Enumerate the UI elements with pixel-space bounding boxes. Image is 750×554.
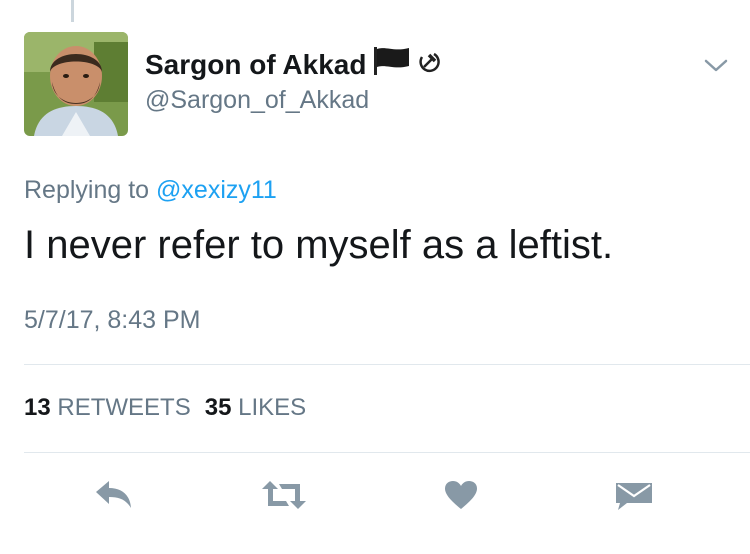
retweet-icon [260,479,308,516]
retweets-count: 13 [24,394,51,421]
hammer-and-sickle-icon [416,48,442,81]
display-name[interactable]: Sargon of Akkad [145,46,442,83]
likes-stat[interactable]: 35 LIKES [205,394,306,421]
black-flag-icon [372,46,412,83]
divider [24,452,750,453]
tweet-text: I never refer to myself as a leftist. [24,223,614,267]
replying-to-label: Replying to [24,176,157,204]
envelope-icon [615,479,653,516]
display-name-text: Sargon of Akkad [145,48,367,80]
like-button[interactable] [439,477,483,517]
divider [24,364,750,365]
replying-to: Replying to @xexizy11 [24,176,277,205]
chevron-down-icon[interactable] [703,58,729,79]
avatar[interactable] [24,32,128,136]
likes-count: 35 [204,394,232,421]
direct-message-button[interactable] [612,477,656,517]
retweets-stat[interactable]: 13 RETWEETS [24,394,191,421]
thread-connector-line [71,0,74,22]
retweet-button[interactable] [262,477,306,517]
reply-icon [94,479,134,516]
likes-label: LIKES [238,394,307,421]
tweet-timestamp[interactable]: 5/7/17, 8:43 PM [24,306,201,335]
reply-button[interactable] [92,477,136,517]
retweets-label: RETWEETS [57,394,191,421]
tweet-stats: 13 RETWEETS 35 LIKES [24,394,306,422]
user-handle[interactable]: @Sargon_of_Akkad [145,86,369,115]
heart-icon [444,480,478,515]
reply-mention-link[interactable]: @xexizy11 [156,176,277,204]
